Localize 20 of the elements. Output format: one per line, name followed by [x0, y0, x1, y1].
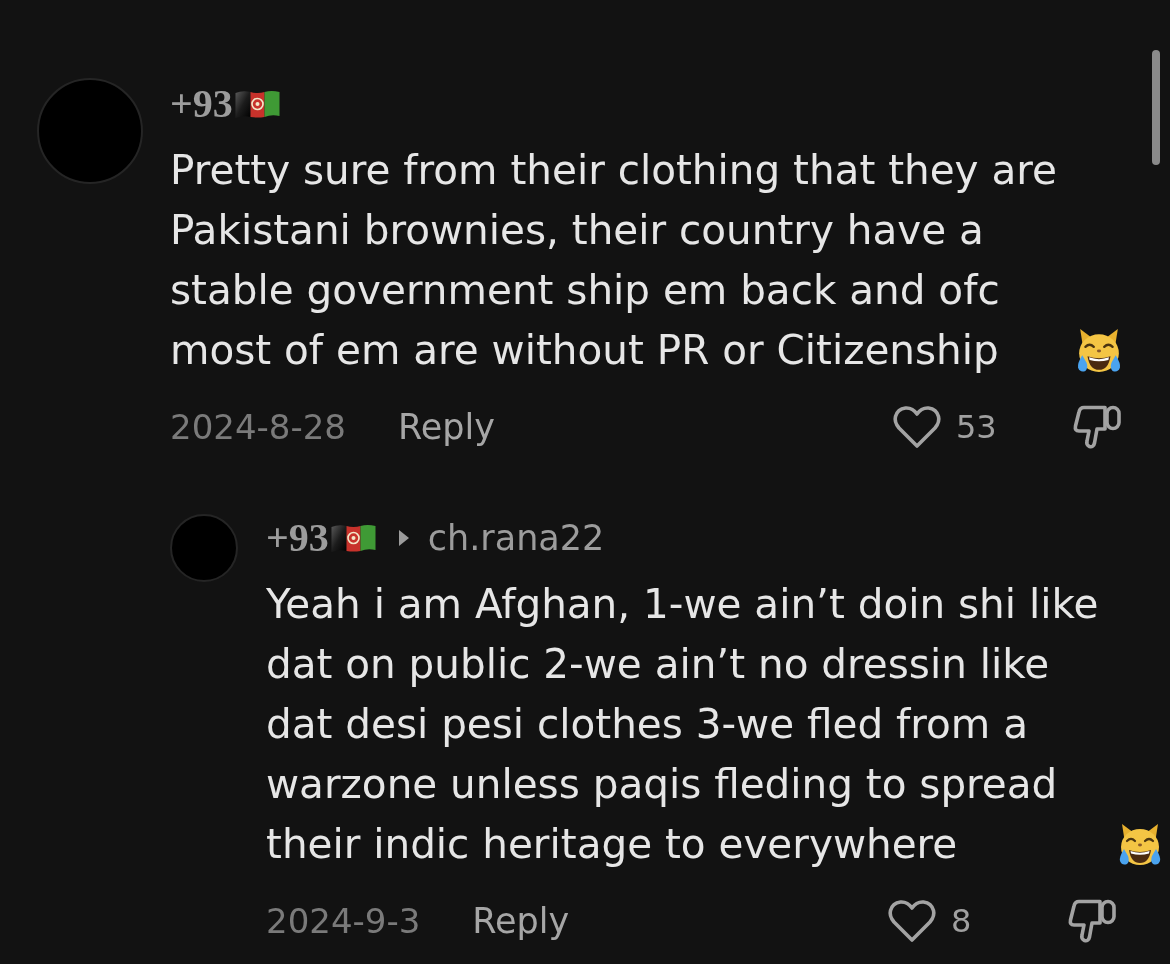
comment-date: 2024-8-28: [170, 410, 346, 444]
author-name[interactable]: +93: [266, 518, 329, 558]
heart-icon[interactable]: [887, 898, 937, 944]
heart-icon[interactable]: [892, 404, 942, 450]
flag-icon: [234, 90, 280, 118]
comment-text: Pretty sure from their clothing that they are Pakistani brownies, their country have a stable government ship em back and ofc most of em are without PR or Citizenship: [170, 145, 1058, 376]
reply-button[interactable]: Reply: [397, 409, 495, 445]
reply-to-name[interactable]: ch.rana22: [427, 520, 605, 556]
crying-laughing-cat-emoji-icon: [1076, 327, 1122, 373]
crying-laughing-cat-emoji-icon: [1118, 822, 1162, 866]
like-count: 8: [951, 905, 972, 937]
flag-icon: [330, 524, 376, 552]
thumbs-down-icon[interactable]: [1067, 898, 1117, 944]
comment-date: 2024-9-3: [266, 904, 421, 938]
author-name[interactable]: +93: [170, 84, 233, 124]
comment-text: Yeah i am Afghan, 1-we ain’t doin shi like dat on public 2-we ain’t no dressin like dat desi pesi clothes 3-we fled from a warzone unless paqis fleding to spread their indic heritage to everywhere: [266, 579, 1100, 870]
thumbs-down-icon[interactable]: [1072, 404, 1122, 450]
like-count: 53: [956, 411, 997, 443]
reply-arrow-icon: [398, 530, 409, 546]
reply-button[interactable]: Reply: [472, 903, 570, 939]
